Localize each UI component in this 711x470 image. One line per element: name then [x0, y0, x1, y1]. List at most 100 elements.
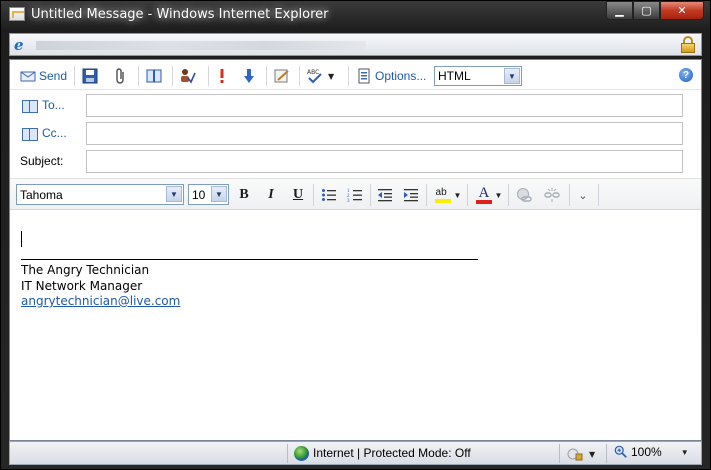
signature-name: The Angry Technician [21, 263, 150, 277]
decrease-indent-icon [378, 189, 392, 202]
to-row: To... [10, 94, 701, 118]
cc-row: Cc... [10, 122, 701, 146]
blurred-url [36, 41, 366, 50]
options-button[interactable]: Options... [356, 66, 426, 86]
signature-icon [274, 69, 289, 83]
bullet-list-button[interactable] [320, 186, 338, 204]
unlink-icon [544, 188, 560, 202]
more-formatting-button[interactable]: ⌄ [574, 186, 592, 204]
insert-link-button[interactable] [515, 186, 533, 204]
compose-pane: Send ABC ▼ Options... HTML ▼ ? To... Cc.… [9, 59, 702, 441]
check-names-button[interactable] [180, 66, 196, 86]
spell-check-dropdown-icon[interactable]: ▼ [328, 72, 334, 81]
help-icon[interactable]: ? [679, 68, 693, 82]
font-color-icon: A [475, 185, 492, 204]
numbered-list-icon: 1 2 3 [347, 189, 362, 203]
signature-button[interactable] [274, 66, 290, 86]
send-label: Send [39, 69, 68, 83]
ie-logo-icon: e [14, 36, 24, 54]
signature-role: IT Network Manager [21, 278, 143, 293]
decrease-indent-button[interactable] [376, 186, 394, 204]
italic-button[interactable]: I [262, 186, 280, 204]
font-size-value: 10 [192, 187, 206, 202]
window-title: Untitled Message - Windows Internet Expl… [31, 7, 329, 22]
browser-window: Untitled Message - Windows Internet Expl… [0, 0, 711, 470]
text-caret [21, 231, 22, 247]
window-controls: ▁ ▢ ✕ [606, 1, 704, 21]
cc-input[interactable] [86, 122, 683, 145]
low-importance-button[interactable] [241, 66, 257, 86]
message-format-select[interactable]: HTML ▼ [434, 66, 522, 86]
spell-check-button[interactable]: ABC ▼ [306, 66, 334, 86]
lock-icon[interactable] [681, 36, 695, 53]
font-family-value: Tahoma [20, 187, 63, 202]
underline-button[interactable]: U [289, 186, 307, 204]
low-importance-icon [244, 69, 254, 83]
message-icon [9, 7, 25, 21]
increase-indent-button[interactable] [402, 186, 420, 204]
chevron-down-icon: ▼ [504, 68, 520, 84]
security-icon [567, 448, 583, 461]
chevron-down-icon[interactable]: ▼ [495, 191, 503, 200]
chevron-down-icon: ▼ [166, 186, 182, 202]
increase-indent-icon [404, 189, 418, 202]
cc-button[interactable]: Cc... [22, 126, 67, 141]
message-format-value: HTML [438, 69, 471, 83]
options-label: Options... [375, 69, 427, 83]
chevron-down-icon: ▼ [589, 449, 596, 459]
address-book-icon [22, 127, 38, 141]
font-color-button[interactable]: A ▼ [474, 185, 504, 204]
maximize-button[interactable]: ▢ [633, 1, 660, 20]
to-input[interactable] [86, 94, 683, 117]
cc-label: Cc... [42, 126, 67, 140]
to-label: To... [42, 98, 65, 112]
formatting-toolbar: Tahoma ▼ 10 ▼ B I U 1 2 3 ab ▼ A ▼ ⌄ [10, 178, 701, 210]
subject-row: Subject: [10, 150, 701, 174]
message-body-editor[interactable]: The Angry Technician IT Network Manager … [10, 211, 701, 440]
address-book-icon [22, 99, 38, 113]
address-book-icon [146, 69, 162, 83]
attach-button[interactable] [113, 66, 129, 86]
bullet-list-icon [322, 189, 336, 201]
title-bar[interactable]: Untitled Message - Windows Internet Expl… [1, 1, 710, 29]
security-settings-button[interactable]: ▼ [567, 446, 595, 462]
high-importance-button[interactable] [214, 66, 230, 86]
svg-text:ABC: ABC [307, 69, 319, 76]
send-icon [20, 71, 36, 82]
subject-input[interactable] [86, 150, 683, 173]
spell-check-icon: ABC [307, 69, 322, 84]
highlight-button[interactable]: ab ▼ [433, 186, 463, 204]
address-bar[interactable]: e [9, 33, 702, 56]
close-button[interactable]: ✕ [660, 1, 704, 20]
svg-text:3: 3 [347, 199, 350, 203]
numbered-list-button[interactable]: 1 2 3 [346, 186, 364, 204]
save-icon [82, 68, 98, 84]
zoom-icon [614, 445, 627, 458]
signature-divider [21, 259, 478, 260]
font-family-select[interactable]: Tahoma ▼ [16, 184, 184, 205]
save-button[interactable] [82, 66, 98, 86]
internet-zone-icon [294, 446, 309, 461]
send-button[interactable]: Send [20, 66, 67, 86]
chevron-down-icon: ▼ [680, 447, 689, 457]
address-book-button[interactable] [146, 66, 162, 86]
highlight-icon: ab [434, 187, 451, 203]
attach-icon [116, 68, 124, 84]
options-icon [358, 68, 370, 84]
remove-link-button[interactable] [543, 186, 561, 204]
zoom-level: 100% [631, 445, 662, 459]
bold-button[interactable]: B [235, 186, 253, 204]
status-bar: Internet | Protected Mode: Off ▼ 100% ▼ [9, 441, 702, 465]
link-icon [517, 188, 532, 202]
highlight-glyph: ab [435, 187, 447, 198]
check-names-icon [181, 69, 196, 84]
font-size-select[interactable]: 10 ▼ [188, 184, 229, 205]
chevron-down-icon: ▼ [211, 186, 227, 202]
zoom-control[interactable]: 100% ▼ [614, 445, 689, 459]
to-button[interactable]: To... [22, 98, 65, 113]
security-zone-text[interactable]: Internet | Protected Mode: Off [313, 446, 471, 460]
compose-toolbar: Send ABC ▼ Options... HTML ▼ ? [10, 60, 701, 90]
signature-email-link[interactable]: angrytechnician@live.com [21, 294, 180, 308]
minimize-button[interactable]: ▁ [606, 1, 633, 20]
chevron-down-icon[interactable]: ▼ [454, 191, 462, 200]
